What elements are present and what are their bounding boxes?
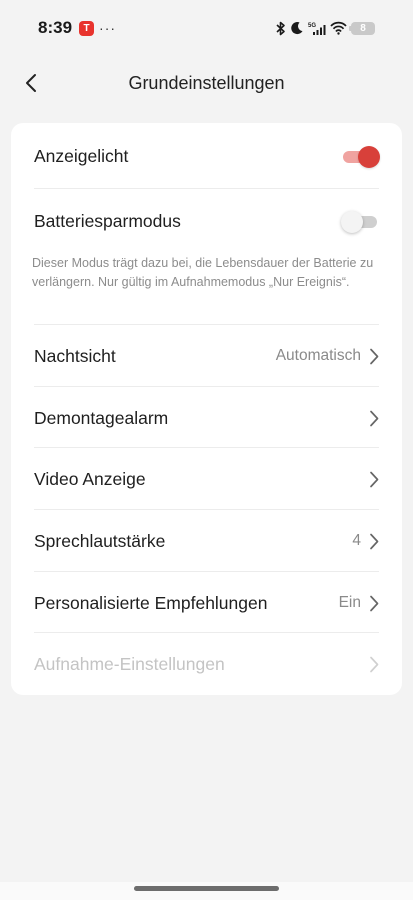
chevron-left-icon [26, 74, 36, 92]
row-right: Ein [339, 594, 379, 612]
video-display-label: Video Anzeige [34, 468, 146, 489]
status-icons: 5G 8 [275, 21, 375, 36]
settings-card: Anzeigelicht Batteriesparmodus Dieser Mo… [11, 123, 402, 695]
battery-icon: 8 [349, 21, 375, 35]
toggle-knob [341, 211, 363, 233]
chevron-right-icon [370, 348, 379, 364]
night-vision-value: Automatisch [275, 347, 361, 364]
home-indicator[interactable] [134, 886, 279, 891]
toggle-knob [358, 146, 380, 168]
row-right: Automatisch [276, 347, 379, 365]
chevron-right-icon [370, 533, 379, 549]
app-notification-icon: T [79, 20, 95, 36]
setting-indicator-light: Anzeigelicht [34, 140, 380, 172]
network-type-label: 5G [308, 23, 316, 29]
speaker-volume-value: 4 [352, 532, 361, 549]
gesture-bar-area [0, 882, 413, 900]
chevron-right-icon [370, 471, 379, 487]
chevron-right-icon [370, 410, 379, 426]
setting-battery-saver: Batteriesparmodus [34, 205, 379, 237]
do-not-disturb-moon-icon [290, 21, 304, 35]
divider [34, 509, 379, 510]
divider [34, 571, 379, 572]
bluetooth-icon [275, 21, 286, 36]
status-time: 8:39 [38, 18, 73, 37]
divider [34, 386, 379, 387]
battery-saver-toggle[interactable] [341, 210, 379, 233]
navigation-bar: Grundeinstellungen [0, 56, 413, 110]
divider [34, 447, 379, 448]
row-right: 4 [352, 532, 379, 550]
setting-speaker-volume[interactable]: Sprechlautstärke 4 [34, 524, 379, 558]
setting-video-display[interactable]: Video Anzeige [34, 462, 379, 496]
indicator-light-label: Anzeigelicht [34, 145, 129, 166]
recording-settings-label: Aufnahme-Einstellungen [34, 653, 225, 674]
setting-tamper-alarm[interactable]: Demontagealarm [34, 401, 379, 435]
divider [34, 188, 379, 189]
battery-saver-label: Batteriesparmodus [34, 210, 181, 231]
row-right [369, 471, 379, 488]
setting-recording-settings: Aufnahme-Einstellungen [34, 647, 379, 681]
speaker-volume-label: Sprechlautstärke [34, 530, 166, 551]
cellular-signal-icon: 5G [308, 21, 326, 36]
night-vision-label: Nachtsicht [34, 345, 116, 366]
divider [34, 632, 379, 633]
row-right [369, 410, 379, 427]
setting-night-vision[interactable]: Nachtsicht Automatisch [34, 339, 379, 373]
chevron-right-icon [370, 656, 379, 672]
status-bar: 8:39 T ··· 5G 8 [0, 0, 413, 56]
battery-saver-description: Dieser Modus trägt dazu bei, die Lebensd… [32, 256, 374, 289]
setting-recommendations[interactable]: Personalisierte Empfehlungen Ein [34, 586, 379, 620]
divider [34, 324, 379, 325]
indicator-light-toggle[interactable] [343, 145, 380, 168]
recommendations-value: Ein [338, 594, 361, 611]
recommendations-label: Personalisierte Empfehlungen [34, 592, 268, 613]
wifi-icon [330, 21, 347, 35]
row-right [369, 656, 379, 673]
more-notifications-icon: ··· [99, 20, 117, 36]
chevron-right-icon [370, 595, 379, 611]
back-button[interactable] [14, 66, 48, 100]
tamper-alarm-label: Demontagealarm [34, 407, 169, 428]
page-title: Grundeinstellungen [128, 72, 285, 93]
